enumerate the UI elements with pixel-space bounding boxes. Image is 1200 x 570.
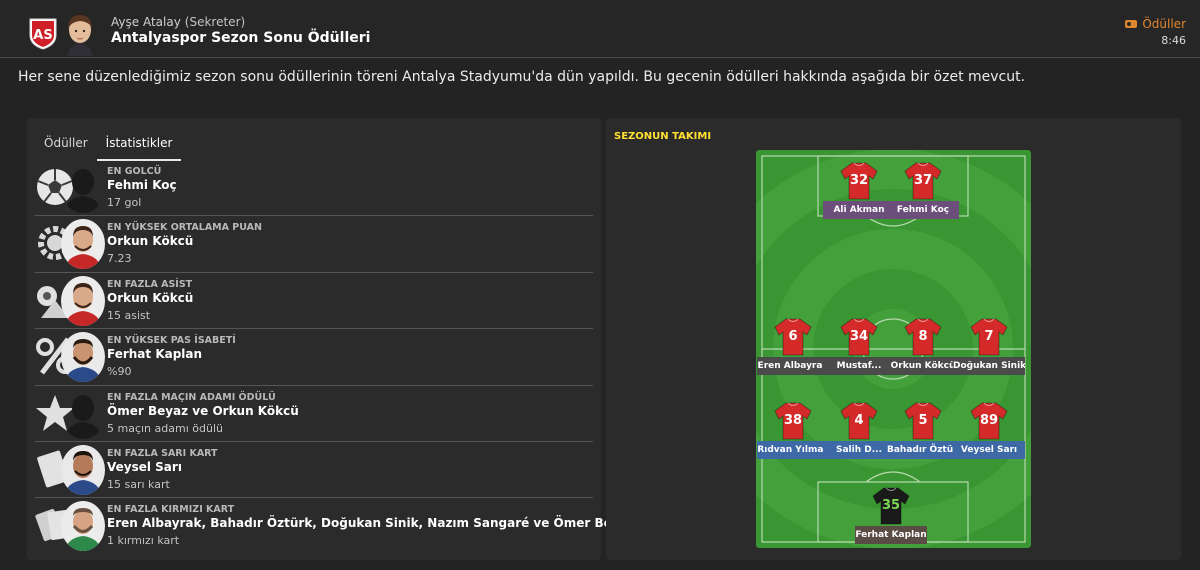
player-number: 6 <box>788 329 798 344</box>
player-number: 38 <box>783 413 803 428</box>
award-row[interactable]: EN YÜKSEK PAS İSABETİ Ferhat Kaplan %90 <box>35 329 593 386</box>
pitch-player[interactable]: 89 Veysel Sarı <box>953 401 1025 471</box>
player-number: 34 <box>849 329 869 344</box>
player-silhouette <box>65 169 101 213</box>
sender-role: (Sekreter) <box>184 15 246 29</box>
pitch-player[interactable]: 5 Bahadır Öztürk <box>887 401 959 471</box>
pitch: 32 Ali Akman 37 Fehmi Koç 6 Eren Albayrak 34 Mu… <box>756 150 1031 548</box>
player-face <box>61 444 105 495</box>
award-player[interactable]: Fehmi Koç <box>107 178 177 192</box>
award-value: 5 maçın adamı ödülü <box>107 421 223 435</box>
award-player[interactable]: Veysel Sarı <box>107 460 182 474</box>
award-category: EN YÜKSEK ORTALAMA PUAN <box>107 222 262 234</box>
player-name: Fehmi Koç <box>887 201 959 219</box>
player-name: Doğukan Sinik <box>953 357 1025 375</box>
award-category: EN YÜKSEK PAS İSABETİ <box>107 335 236 347</box>
player-number: 8 <box>918 329 928 344</box>
award-player[interactable]: Orkun Kökcü <box>107 291 193 305</box>
award-row[interactable]: EN FAZLA KIRMIZI KART Eren Albayrak, Bah… <box>35 498 635 554</box>
player-name: Ali Akman <box>823 201 895 219</box>
sender-avatar <box>68 15 92 56</box>
player-name: Bahadır Öztürk <box>887 441 959 459</box>
player-silhouette <box>65 394 101 439</box>
antalyaspor-logo: AS <box>29 18 57 50</box>
player-face <box>61 275 105 326</box>
award-value: %90 <box>107 365 132 379</box>
player-name: Mustaf... <box>823 357 895 375</box>
sender-name[interactable]: Ayşe Atalay <box>111 15 181 29</box>
message-time: 8:46 <box>1161 34 1186 47</box>
award-category: EN FAZLA KIRMIZI KART <box>107 504 235 516</box>
award-value: 1 kırmızı kart <box>107 534 180 548</box>
award-category: EN FAZLA MAÇIN ADAMI ÖDÜLÜ <box>107 391 276 403</box>
player-number: 37 <box>913 173 933 188</box>
message-header: AS Ayşe Atalay (Sekreter) Antalyaspor Sez… <box>0 0 1200 58</box>
message-subject: Antalyaspor Sezon Sonu Ödülleri <box>111 30 371 46</box>
award-category: EN GOLCÜ <box>107 166 162 177</box>
award-value: 7.23 <box>107 252 132 266</box>
player-number: 89 <box>979 413 999 428</box>
pitch-player[interactable]: 38 Rıdvan Yılmaz <box>757 401 829 471</box>
player-name: Eren Albayrak <box>757 357 829 375</box>
pitch-player[interactable]: 7 Doğukan Sinik <box>953 317 1025 387</box>
pitch-player[interactable]: 32 Ali Akman <box>823 161 895 231</box>
award-category: EN FAZLA SARI KART <box>107 447 218 459</box>
awards-tabs: Ödüller İstatistikler <box>35 132 182 161</box>
pitch-player[interactable]: 8 Orkun Kökcü <box>887 317 959 387</box>
message-intro: Her sene düzenlediğimiz sezon sonu ödüll… <box>18 69 1026 85</box>
award-row[interactable]: EN FAZLA MAÇIN ADAMI ÖDÜLÜ Ömer Beyaz ve… <box>35 386 593 442</box>
player-face <box>61 332 105 383</box>
pitch-player[interactable]: 34 Mustaf... <box>823 317 895 387</box>
sender-line: Ayşe Atalay (Sekreter) <box>111 15 245 29</box>
award-row[interactable]: EN FAZLA ASİST Orkun Kökcü 15 asist <box>35 273 593 330</box>
player-number: 4 <box>854 413 864 428</box>
pitch-player[interactable]: 37 Fehmi Koç <box>887 161 959 231</box>
player-name: Salih D... <box>823 441 895 459</box>
player-name: Ferhat Kaplan <box>855 526 927 544</box>
award-row[interactable]: EN FAZLA SARI KART Veysel Sarı 15 sarı k… <box>35 442 593 499</box>
player-name: Rıdvan Yılmaz <box>757 441 829 459</box>
team-of-season-title: SEZONUN TAKIMI <box>614 131 712 142</box>
award-list: EN GOLCÜ Fehmi Koç 17 gol EN YÜKSEK ORTA… <box>35 160 635 555</box>
award-value: 15 asist <box>107 308 151 322</box>
award-player[interactable]: Eren Albayrak, Bahadır Öztürk, Doğukan S… <box>107 516 635 530</box>
pitch-player[interactable]: 35 Ferhat Kaplan <box>855 486 927 548</box>
player-number: 7 <box>984 329 994 344</box>
player-face <box>61 219 105 270</box>
award-row[interactable]: EN GOLCÜ Fehmi Koç 17 gol <box>35 160 593 217</box>
pitch-player[interactable]: 4 Salih D... <box>823 401 895 471</box>
award-player[interactable]: Orkun Kökcü <box>107 234 193 248</box>
team-of-season-panel: SEZONUN TAKIMI 32 Ali Akman 37 Fehmi Koç 6 Er… <box>606 118 1181 560</box>
tag-link-awards[interactable]: Ödüller <box>1125 17 1186 31</box>
player-number: 32 <box>849 173 869 188</box>
award-player[interactable]: Ferhat Kaplan <box>107 347 202 361</box>
tag-label: Ödüller <box>1142 17 1186 31</box>
award-player[interactable]: Ömer Beyaz ve Orkun Kökcü <box>107 404 299 418</box>
player-name: Orkun Kökcü <box>887 357 959 375</box>
tab-awards[interactable]: Ödüller <box>35 132 97 161</box>
award-row[interactable]: EN YÜKSEK ORTALAMA PUAN Orkun Kökcü 7.23 <box>35 216 593 273</box>
pitch-player[interactable]: 6 Eren Albayrak <box>757 317 829 387</box>
award-value: 15 sarı kart <box>107 477 170 491</box>
player-number: 5 <box>918 413 928 428</box>
awards-panel: Ödüller İstatistikler EN GOLCÜ Fehmi Koç… <box>27 118 635 560</box>
tab-statistics[interactable]: İstatistikler <box>96 132 182 161</box>
player-face <box>61 501 105 552</box>
award-category: EN FAZLA ASİST <box>107 278 193 290</box>
player-name: Veysel Sarı <box>953 441 1025 459</box>
award-value: 17 gol <box>107 196 142 209</box>
svg-text:AS: AS <box>33 28 52 43</box>
player-number: 35 <box>881 498 901 513</box>
tag-icon <box>1125 20 1138 28</box>
